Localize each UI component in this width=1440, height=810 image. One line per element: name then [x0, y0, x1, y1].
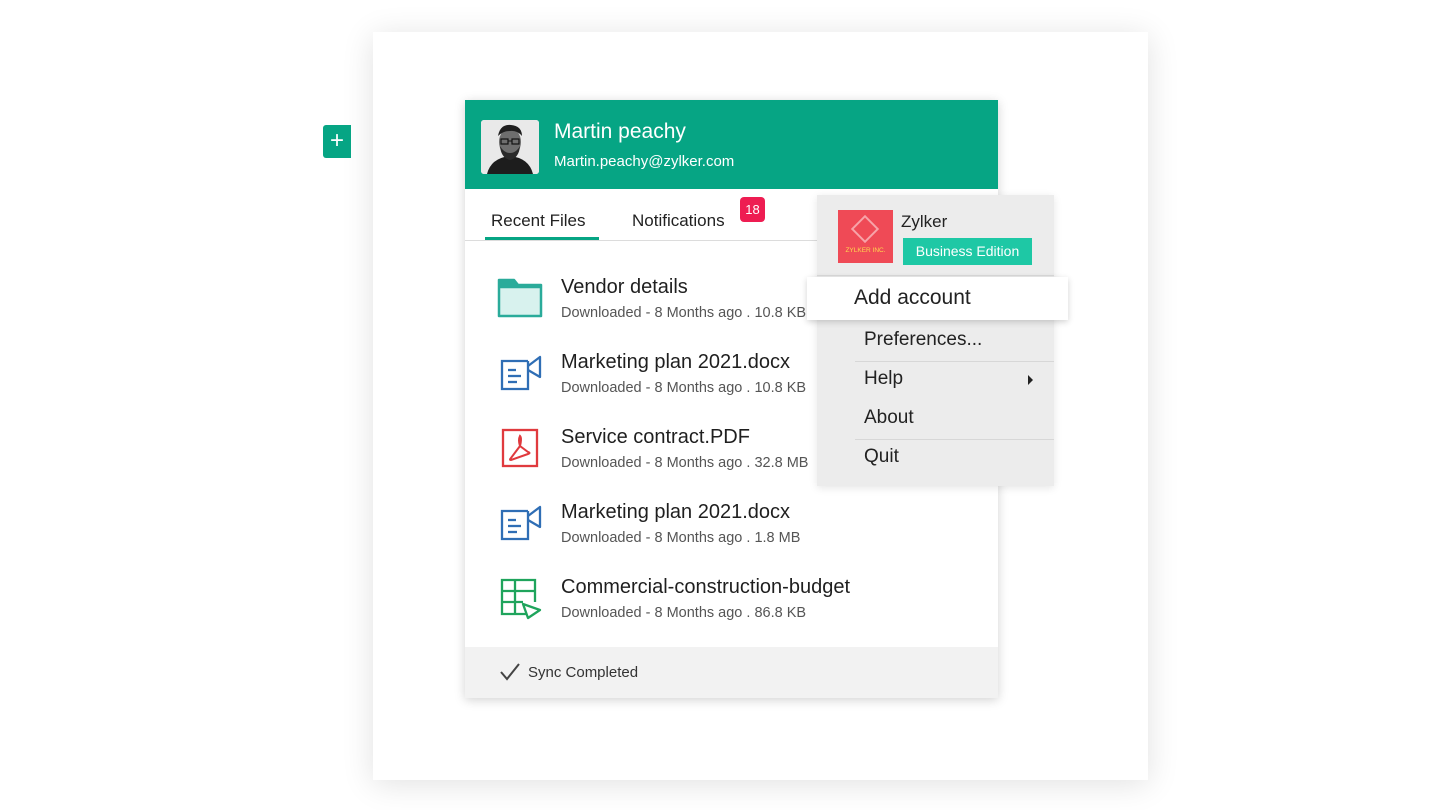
account-menu: ZYLKER INC. Zylker Business Edition Pref… — [817, 195, 1054, 486]
pdf-icon — [501, 428, 539, 468]
add-account-label: Add account — [854, 286, 971, 309]
active-tab-indicator — [485, 237, 599, 240]
menu-divider — [855, 439, 1054, 440]
presentation-doc-icon — [500, 505, 542, 541]
folder-icon — [497, 278, 543, 318]
menu-item-add-account[interactable]: Add account — [807, 277, 1068, 320]
user-email: Martin.peachy@zylker.com — [554, 153, 735, 170]
file-name: Commercial-construction-budget — [561, 576, 851, 598]
submenu-arrow-icon — [1028, 375, 1033, 385]
tab-recent-files[interactable]: Recent Files — [491, 211, 585, 231]
org-name: Zylker — [901, 212, 948, 231]
list-item[interactable]: Commercial-construction-budget Downloade… — [465, 560, 998, 635]
file-meta: Downloaded - 8 Months ago . 86.8 KB — [561, 605, 807, 621]
tab-notifications[interactable]: Notifications — [632, 211, 725, 231]
sync-status: Sync Completed — [528, 664, 639, 681]
org-logo-text: ZYLKER INC. — [845, 247, 886, 254]
menu-divider — [817, 275, 1054, 276]
file-name: Service contract.PDF — [561, 426, 750, 448]
notification-count-badge: 18 — [740, 197, 765, 222]
org-logo: ZYLKER INC. — [838, 210, 893, 263]
user-name: Martin peachy — [554, 120, 686, 143]
menu-item-preferences[interactable]: Preferences... — [864, 329, 982, 351]
menu-item-help[interactable]: Help — [864, 368, 903, 390]
file-meta: Downloaded - 8 Months ago . 1.8 MB — [561, 530, 801, 546]
edition-badge: Business Edition — [903, 238, 1032, 265]
file-meta: Downloaded - 8 Months ago . 10.8 KB — [561, 380, 807, 396]
presentation-doc-icon — [500, 355, 542, 391]
file-meta: Downloaded - 8 Months ago . 10.8 KB — [561, 305, 807, 321]
menu-item-about[interactable]: About — [864, 407, 914, 429]
file-name: Marketing plan 2021.docx — [561, 351, 791, 373]
list-item[interactable]: Marketing plan 2021.docx Downloaded - 8 … — [465, 485, 998, 560]
file-name: Marketing plan 2021.docx — [561, 501, 791, 523]
menu-item-quit[interactable]: Quit — [864, 446, 899, 468]
check-icon — [500, 663, 520, 681]
status-bar: Sync Completed — [465, 647, 998, 698]
profile-header: Martin peachy Martin.peachy@zylker.com — [465, 100, 998, 189]
file-meta: Downloaded - 8 Months ago . 32.8 MB — [561, 455, 809, 471]
add-button[interactable]: + — [323, 125, 351, 158]
menu-divider — [855, 361, 1054, 362]
avatar[interactable] — [481, 120, 539, 174]
spreadsheet-icon — [500, 578, 542, 620]
file-name: Vendor details — [561, 276, 688, 298]
